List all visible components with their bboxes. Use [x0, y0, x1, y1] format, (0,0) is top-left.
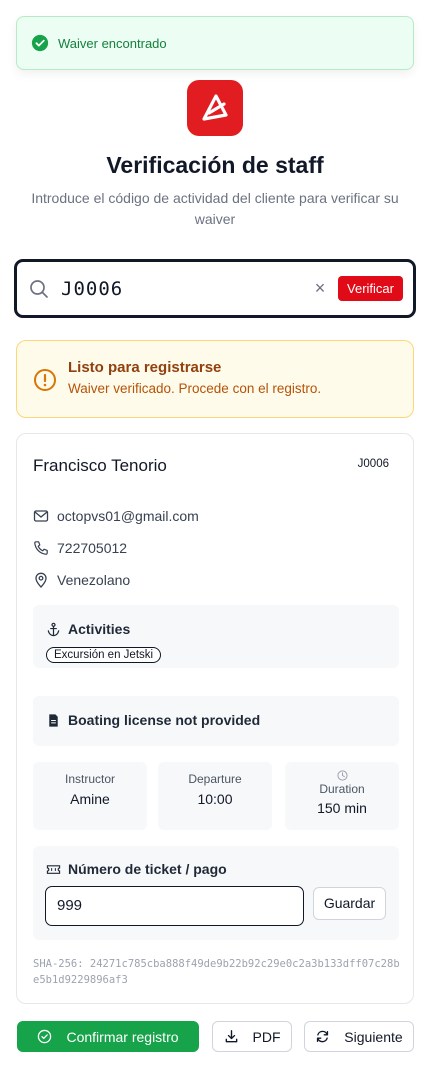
departure-stat: Departure 10:00 — [158, 762, 272, 830]
license-status: Boating license not provided — [68, 712, 261, 728]
clock-icon — [336, 770, 348, 781]
ticket-panel: Número de ticket / pago 999 Guardar — [33, 846, 399, 940]
status-alert: Listo para registrarse Waiver verificado… — [16, 340, 414, 418]
document-icon — [49, 713, 58, 727]
departure-label: Departure — [188, 772, 242, 786]
phone-icon — [34, 541, 48, 555]
clear-icon[interactable]: × — [312, 278, 328, 299]
check-circle-icon — [38, 1029, 52, 1044]
duration-label: Duration — [319, 782, 365, 796]
duration-value: 150 min — [317, 800, 367, 816]
pdf-button[interactable]: PDF — [212, 1021, 292, 1052]
verify-button[interactable]: Verificar — [338, 276, 403, 301]
check-circle-icon — [31, 34, 49, 52]
ticket-number-input[interactable]: 999 — [45, 886, 304, 926]
next-label: Siguiente — [344, 1028, 403, 1045]
customer-phone: 722705012 — [57, 540, 128, 556]
ticket-heading: Número de ticket / pago — [46, 861, 386, 877]
confirm-registration-button[interactable]: Confirmar registro — [17, 1021, 199, 1052]
toast-message: Waiver encontrado — [58, 35, 167, 51]
ticket-icon — [46, 864, 61, 874]
activity-code-search[interactable]: J0006 × Verificar — [14, 259, 416, 318]
license-heading: Boating license not provided — [46, 712, 386, 728]
email-row: octopvs01@gmail.com — [33, 508, 199, 524]
duration-stat: Duration 150 min — [285, 762, 399, 830]
phone-row: 722705012 — [33, 540, 127, 556]
search-input[interactable]: J0006 — [61, 278, 312, 300]
page-subtitle: Introduce el código de actividad del cli… — [31, 190, 399, 227]
next-button[interactable]: Siguiente — [304, 1021, 414, 1052]
license-panel: Boating license not provided — [33, 696, 399, 746]
arrow-triangle-logo-icon — [202, 94, 228, 121]
instructor-stat: Instructor Amine — [33, 762, 147, 830]
mail-icon — [33, 510, 49, 522]
anchor-icon — [47, 622, 60, 636]
alert-title: Listo para registrarse — [68, 359, 222, 376]
customer-name: Francisco Tenorio — [33, 456, 167, 475]
map-pin-icon — [35, 572, 47, 588]
save-ticket-button[interactable]: Guardar — [313, 887, 386, 920]
instructor-value: Amine — [70, 791, 110, 807]
customer-nationality: Venezolano — [57, 572, 131, 588]
refresh-icon — [317, 1030, 329, 1043]
alert-text: Waiver verificado. Procede con el regist… — [68, 381, 322, 396]
activities-title: Activities — [68, 621, 131, 637]
activities-heading: Activities — [46, 621, 386, 637]
customer-card: Francisco Tenorio J0006 octopvs01@gmail.… — [16, 433, 414, 1004]
sha256-hash: SHA-256: 24271c785cba888f49de9b22b92c29e… — [33, 958, 400, 986]
app-logo — [187, 80, 243, 136]
success-toast: Waiver encontrado — [16, 16, 414, 70]
warning-circle-icon — [34, 369, 56, 391]
customer-code: J0006 — [357, 458, 389, 470]
instructor-label: Instructor — [64, 772, 115, 786]
pdf-label: PDF — [252, 1028, 281, 1045]
page-title: Verificación de staff — [106, 152, 324, 178]
nationality-row: Venezolano — [33, 572, 130, 588]
departure-value: 10:00 — [197, 791, 233, 807]
download-icon — [225, 1030, 237, 1043]
search-icon — [30, 279, 48, 298]
confirm-label: Confirmar registro — [66, 1028, 179, 1045]
ticket-title: Número de ticket / pago — [68, 861, 227, 877]
activity-tag: Excursión en Jetski — [46, 647, 162, 663]
activities-panel: Activities Excursión en Jetski — [33, 605, 399, 668]
customer-email: octopvs01@gmail.com — [57, 508, 199, 524]
